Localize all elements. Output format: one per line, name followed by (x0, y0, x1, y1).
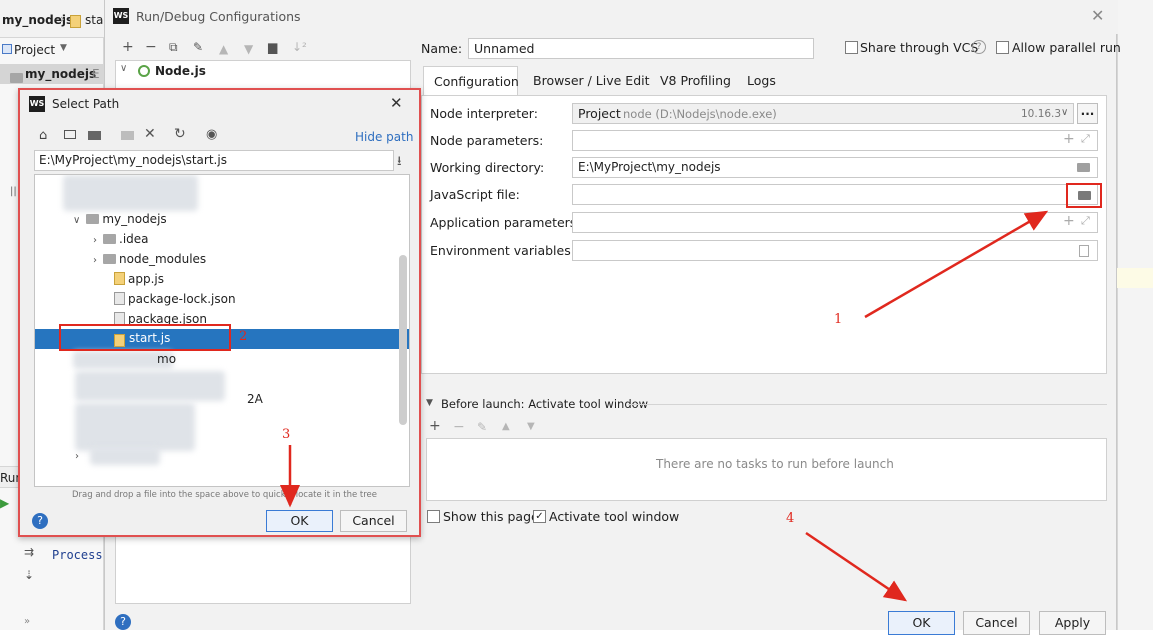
arrow-4 (805, 531, 908, 602)
annotation-step-4: 4 (786, 511, 795, 526)
annotation-step-2: 2 (239, 329, 248, 344)
annotation-step-1: 1 (834, 312, 843, 327)
annotation-step-3: 3 (282, 427, 291, 442)
arrow-1 (864, 210, 1049, 319)
annotation-arrows (280, 210, 1049, 602)
